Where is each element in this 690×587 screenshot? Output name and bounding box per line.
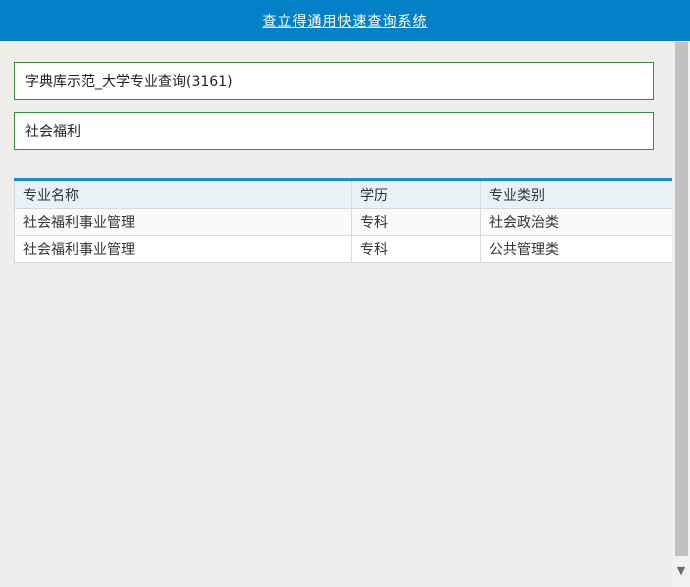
cell-category: 公共管理类 bbox=[481, 236, 690, 263]
col-header-degree: 学历 bbox=[352, 180, 481, 209]
app-title-link[interactable]: 查立得通用快速查询系统 bbox=[263, 11, 428, 31]
col-header-major: 专业名称 bbox=[15, 180, 352, 209]
vertical-scrollbar[interactable]: ▼ bbox=[672, 41, 690, 587]
app-header: 查立得通用快速查询系统 bbox=[0, 0, 690, 41]
query-title-text: 字典库示范_大学专业查询(3161) bbox=[25, 71, 233, 91]
cell-category: 社会政治类 bbox=[481, 209, 690, 236]
col-header-category: 专业类别 bbox=[481, 180, 690, 209]
scrollbar-thumb[interactable] bbox=[675, 42, 688, 556]
cell-major: 社会福利事业管理 bbox=[15, 209, 352, 236]
query-title-box[interactable]: 字典库示范_大学专业查询(3161) bbox=[14, 62, 654, 100]
cell-degree: 专科 bbox=[352, 209, 481, 236]
table-row: 社会福利事业管理 专科 社会政治类 bbox=[15, 209, 690, 236]
cell-degree: 专科 bbox=[352, 236, 481, 263]
scroll-down-icon[interactable]: ▼ bbox=[672, 565, 690, 576]
keyword-text: 社会福利 bbox=[25, 121, 81, 141]
keyword-box[interactable]: 社会福利 bbox=[14, 112, 654, 150]
table-row: 社会福利事业管理 专科 公共管理类 bbox=[15, 236, 690, 263]
results-table: 专业名称 学历 专业类别 社会福利事业管理 专科 社会政治类 社会福利事业管理 … bbox=[14, 178, 690, 263]
cell-major: 社会福利事业管理 bbox=[15, 236, 352, 263]
table-header-row: 专业名称 学历 专业类别 bbox=[15, 180, 690, 209]
